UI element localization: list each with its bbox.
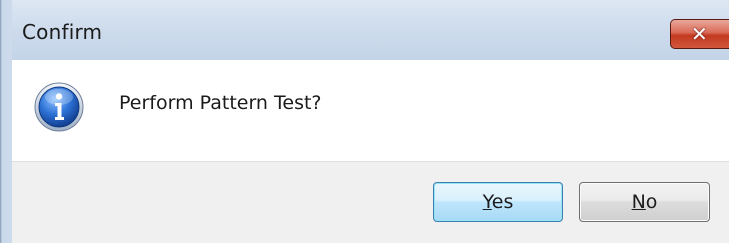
confirm-dialog: Confirm ✕ Perform Pattern Test? Yes No [0,0,729,243]
dialog-title: Confirm [22,20,103,44]
yes-mnemonic: Y [482,191,492,213]
yes-button[interactable]: Yes [433,182,563,222]
no-mnemonic: N [631,191,646,213]
info-icon [34,82,84,132]
close-icon: ✕ [691,22,708,46]
dialog-content: Perform Pattern Test? Yes No [12,60,729,243]
button-bar: Yes No [12,161,729,243]
window-frame [0,0,12,243]
dialog-message: Perform Pattern Test? [119,92,322,114]
close-button[interactable]: ✕ [670,19,729,49]
yes-label: es [491,191,514,213]
no-label: o [645,191,658,213]
title-bar[interactable]: Confirm ✕ [0,0,729,60]
no-button[interactable]: No [579,182,710,222]
